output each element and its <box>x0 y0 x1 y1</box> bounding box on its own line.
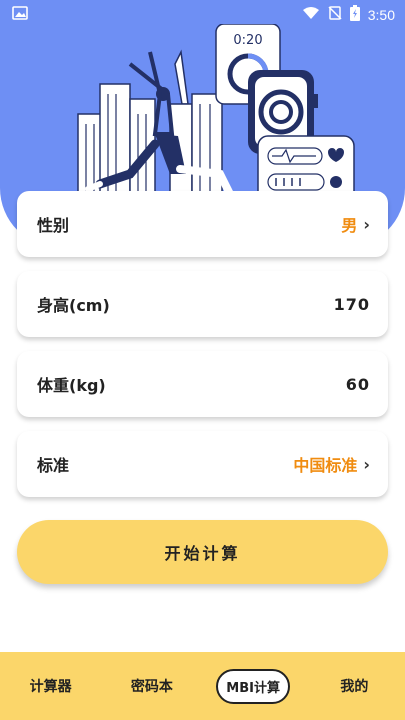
standard-value: 中国标准 <box>293 456 358 475</box>
gender-row[interactable]: 性别 男 › <box>17 191 388 257</box>
gender-label: 性别 <box>37 216 70 235</box>
image-icon <box>12 6 28 24</box>
height-row[interactable]: 身高(cm) 170 <box>17 271 388 337</box>
signal-off-icon <box>328 6 342 24</box>
tab-mbi-calc[interactable]: MBI计算 <box>203 668 304 704</box>
standard-label: 标准 <box>37 456 70 475</box>
weight-label: 体重(kg) <box>37 376 106 395</box>
wifi-icon <box>302 6 320 24</box>
chevron-right-icon: › <box>363 214 370 234</box>
watch-time: 0:20 <box>233 33 262 48</box>
weight-row[interactable]: 体重(kg) 60 <box>17 351 388 417</box>
status-time: 3:50 <box>367 7 395 23</box>
weight-input[interactable]: 60 <box>346 375 370 394</box>
height-input[interactable]: 170 <box>334 295 370 314</box>
bottom-tab-bar: 计算器 密码本 MBI计算 我的 <box>0 652 405 720</box>
tab-calculator[interactable]: 计算器 <box>0 676 101 696</box>
tab-mine[interactable]: 我的 <box>304 676 405 696</box>
height-label: 身高(cm) <box>37 296 110 315</box>
battery-charging-icon <box>349 5 360 25</box>
gender-value: 男 <box>341 216 358 235</box>
standard-row[interactable]: 标准 中国标准 › <box>17 431 388 497</box>
chevron-right-icon: › <box>363 454 370 474</box>
tab-password-book[interactable]: 密码本 <box>101 676 202 696</box>
start-calculate-button[interactable]: 开始计算 <box>17 520 388 584</box>
